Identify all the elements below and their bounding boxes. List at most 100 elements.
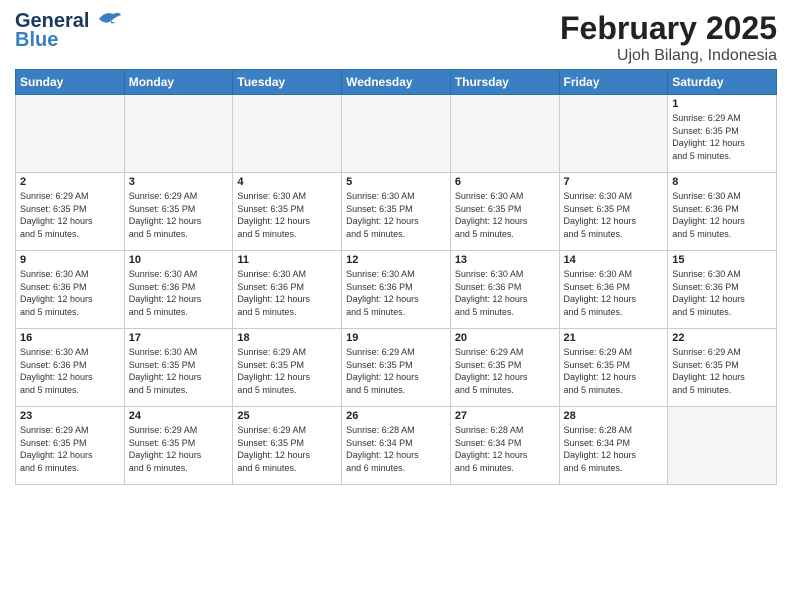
day-info: Sunrise: 6:29 AM Sunset: 6:35 PM Dayligh…	[237, 424, 337, 474]
calendar-cell: 11 Sunrise: 6:30 AM Sunset: 6:36 PM Dayli…	[233, 251, 342, 329]
calendar-cell: 6 Sunrise: 6:30 AM Sunset: 6:35 PM Daylig…	[450, 173, 559, 251]
day-number: 16	[20, 332, 120, 344]
calendar-cell: 20 Sunrise: 6:29 AM Sunset: 6:35 PM Dayli…	[450, 329, 559, 407]
day-number: 17	[129, 332, 229, 344]
day-info: Sunrise: 6:29 AM Sunset: 6:35 PM Dayligh…	[672, 112, 772, 162]
calendar-cell: 15Sunrise: 6:30 AM Sunset: 6:36 PM Dayli…	[668, 251, 777, 329]
calendar-cell: 28 Sunrise: 6:28 AM Sunset: 6:34 PM Dayli…	[559, 407, 668, 485]
logo: General Blue	[15, 10, 123, 52]
day-number: 28	[564, 410, 664, 422]
calendar-cell: 8 Sunrise: 6:30 AM Sunset: 6:36 PM Daylig…	[668, 173, 777, 251]
page-container: General Blue February 2025 Ujoh Bilang, …	[0, 0, 792, 490]
calendar-cell: 5 Sunrise: 6:30 AM Sunset: 6:35 PM Daylig…	[342, 173, 451, 251]
calendar-cell: 22 Sunrise: 6:29 AM Sunset: 6:35 PM Dayli…	[668, 329, 777, 407]
week-row-1: 1Sunrise: 6:29 AM Sunset: 6:35 PM Daylig…	[16, 95, 777, 173]
calendar-cell: 12 Sunrise: 6:30 AM Sunset: 6:36 PM Dayli…	[342, 251, 451, 329]
day-number: 6	[455, 176, 555, 188]
header-tuesday: Tuesday	[233, 70, 342, 95]
day-info: Sunrise: 6:30 AM Sunset: 6:35 PM Dayligh…	[346, 190, 446, 240]
day-info: Sunrise: 6:30 AM Sunset: 6:36 PM Dayligh…	[20, 268, 120, 318]
header-saturday: Saturday	[668, 70, 777, 95]
calendar-table: Sunday Monday Tuesday Wednesday Thursday…	[15, 69, 777, 485]
calendar-cell: 17 Sunrise: 6:30 AM Sunset: 6:35 PM Dayli…	[124, 329, 233, 407]
day-number: 13	[455, 254, 555, 266]
calendar-cell	[668, 407, 777, 485]
day-number: 24	[129, 410, 229, 422]
day-info: Sunrise: 6:30 AM Sunset: 6:36 PM Dayligh…	[237, 268, 337, 318]
calendar-cell: 18 Sunrise: 6:29 AM Sunset: 6:35 PM Dayli…	[233, 329, 342, 407]
calendar-cell: 19 Sunrise: 6:29 AM Sunset: 6:35 PM Dayli…	[342, 329, 451, 407]
calendar-cell: 13 Sunrise: 6:30 AM Sunset: 6:36 PM Dayli…	[450, 251, 559, 329]
day-info: Sunrise: 6:30 AM Sunset: 6:35 PM Dayligh…	[129, 346, 229, 396]
day-info: Sunrise: 6:30 AM Sunset: 6:35 PM Dayligh…	[237, 190, 337, 240]
day-number: 26	[346, 410, 446, 422]
day-info: Sunrise: 6:30 AM Sunset: 6:36 PM Dayligh…	[564, 268, 664, 318]
calendar-cell	[342, 95, 451, 173]
day-number: 22	[672, 332, 772, 344]
calendar-cell: 1Sunrise: 6:29 AM Sunset: 6:35 PM Daylig…	[668, 95, 777, 173]
day-info: Sunrise: 6:28 AM Sunset: 6:34 PM Dayligh…	[564, 424, 664, 474]
calendar-cell: 27 Sunrise: 6:28 AM Sunset: 6:34 PM Dayli…	[450, 407, 559, 485]
calendar-cell: 21Sunrise: 6:29 AM Sunset: 6:35 PM Dayli…	[559, 329, 668, 407]
calendar-cell	[233, 95, 342, 173]
day-info: Sunrise: 6:29 AM Sunset: 6:35 PM Dayligh…	[237, 346, 337, 396]
day-info: Sunrise: 6:28 AM Sunset: 6:34 PM Dayligh…	[455, 424, 555, 474]
day-info: Sunrise: 6:30 AM Sunset: 6:36 PM Dayligh…	[129, 268, 229, 318]
day-info: Sunrise: 6:29 AM Sunset: 6:35 PM Dayligh…	[346, 346, 446, 396]
calendar-header-row: Sunday Monday Tuesday Wednesday Thursday…	[16, 70, 777, 95]
day-number: 19	[346, 332, 446, 344]
week-row-4: 16 Sunrise: 6:30 AM Sunset: 6:36 PM Dayli…	[16, 329, 777, 407]
calendar-cell: 24 Sunrise: 6:29 AM Sunset: 6:35 PM Dayli…	[124, 407, 233, 485]
day-number: 9	[20, 254, 120, 266]
day-number: 21	[564, 332, 664, 344]
day-number: 7	[564, 176, 664, 188]
day-number: 10	[129, 254, 229, 266]
calendar-cell: 26 Sunrise: 6:28 AM Sunset: 6:34 PM Dayli…	[342, 407, 451, 485]
day-info: Sunrise: 6:28 AM Sunset: 6:34 PM Dayligh…	[346, 424, 446, 474]
day-number: 4	[237, 176, 337, 188]
calendar-cell: 14Sunrise: 6:30 AM Sunset: 6:36 PM Dayli…	[559, 251, 668, 329]
day-number: 3	[129, 176, 229, 188]
week-row-2: 2Sunrise: 6:29 AM Sunset: 6:35 PM Daylig…	[16, 173, 777, 251]
calendar-cell: 4 Sunrise: 6:30 AM Sunset: 6:35 PM Daylig…	[233, 173, 342, 251]
day-number: 5	[346, 176, 446, 188]
day-number: 8	[672, 176, 772, 188]
day-info: Sunrise: 6:30 AM Sunset: 6:36 PM Dayligh…	[20, 346, 120, 396]
day-number: 20	[455, 332, 555, 344]
day-number: 11	[237, 254, 337, 266]
day-info: Sunrise: 6:29 AM Sunset: 6:35 PM Dayligh…	[672, 346, 772, 396]
day-info: Sunrise: 6:29 AM Sunset: 6:35 PM Dayligh…	[20, 424, 120, 474]
calendar-subtitle: Ujoh Bilang, Indonesia	[560, 47, 777, 65]
calendar-cell	[450, 95, 559, 173]
day-info: Sunrise: 6:29 AM Sunset: 6:35 PM Dayligh…	[455, 346, 555, 396]
calendar-cell	[559, 95, 668, 173]
day-info: Sunrise: 6:30 AM Sunset: 6:35 PM Dayligh…	[455, 190, 555, 240]
calendar-cell: 7 Sunrise: 6:30 AM Sunset: 6:35 PM Daylig…	[559, 173, 668, 251]
day-number: 23	[20, 410, 120, 422]
calendar-cell	[124, 95, 233, 173]
day-info: Sunrise: 6:30 AM Sunset: 6:36 PM Dayligh…	[672, 268, 772, 318]
header-sunday: Sunday	[16, 70, 125, 95]
calendar-cell: 2Sunrise: 6:29 AM Sunset: 6:35 PM Daylig…	[16, 173, 125, 251]
calendar-cell: 3Sunrise: 6:29 AM Sunset: 6:35 PM Daylig…	[124, 173, 233, 251]
calendar-title: February 2025	[560, 10, 777, 47]
day-number: 27	[455, 410, 555, 422]
title-block: February 2025 Ujoh Bilang, Indonesia	[560, 10, 777, 65]
day-info: Sunrise: 6:30 AM Sunset: 6:36 PM Dayligh…	[346, 268, 446, 318]
header-friday: Friday	[559, 70, 668, 95]
day-number: 12	[346, 254, 446, 266]
day-number: 18	[237, 332, 337, 344]
calendar-cell: 16 Sunrise: 6:30 AM Sunset: 6:36 PM Dayli…	[16, 329, 125, 407]
week-row-5: 23 Sunrise: 6:29 AM Sunset: 6:35 PM Dayli…	[16, 407, 777, 485]
calendar-cell: 25 Sunrise: 6:29 AM Sunset: 6:35 PM Dayli…	[233, 407, 342, 485]
header-monday: Monday	[124, 70, 233, 95]
calendar-cell: 23 Sunrise: 6:29 AM Sunset: 6:35 PM Dayli…	[16, 407, 125, 485]
logo-blue: Blue	[15, 29, 58, 52]
day-info: Sunrise: 6:30 AM Sunset: 6:35 PM Dayligh…	[564, 190, 664, 240]
day-info: Sunrise: 6:29 AM Sunset: 6:35 PM Dayligh…	[129, 424, 229, 474]
day-info: Sunrise: 6:30 AM Sunset: 6:36 PM Dayligh…	[672, 190, 772, 240]
header: General Blue February 2025 Ujoh Bilang, …	[15, 10, 777, 65]
day-number: 25	[237, 410, 337, 422]
logo-bird-icon	[91, 9, 123, 31]
day-info: Sunrise: 6:30 AM Sunset: 6:36 PM Dayligh…	[455, 268, 555, 318]
